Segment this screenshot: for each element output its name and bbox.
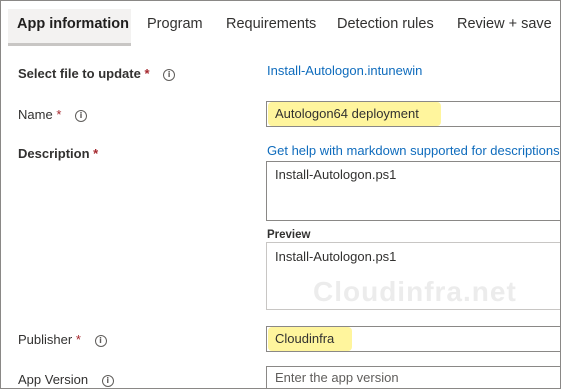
publisher-label: Publisher * i bbox=[18, 332, 107, 347]
info-icon[interactable]: i bbox=[163, 68, 176, 81]
app-version-label: App Version i bbox=[18, 372, 114, 387]
required-asterisk: * bbox=[56, 107, 62, 122]
markdown-help-link[interactable]: Get help with markdown supported for des… bbox=[267, 143, 560, 158]
app-version-placeholder: Enter the app version bbox=[275, 370, 399, 385]
app-version-input[interactable]: Enter the app version bbox=[266, 366, 560, 388]
name-input[interactable]: Autologon64 deployment bbox=[266, 101, 560, 127]
name-input-value: Autologon64 deployment bbox=[275, 106, 419, 121]
tab-requirements[interactable]: Requirements bbox=[226, 11, 316, 37]
info-icon[interactable]: i bbox=[94, 334, 107, 347]
publisher-input[interactable]: Cloudinfra bbox=[266, 326, 560, 352]
name-label: Name * i bbox=[18, 107, 87, 122]
app-version-label-text: App Version bbox=[18, 372, 89, 387]
name-label-text: Name bbox=[18, 107, 53, 122]
app-information-form: App information Program Requirements Det… bbox=[0, 0, 561, 389]
watermark: Cloudinfra.net bbox=[313, 276, 517, 307]
required-asterisk: * bbox=[93, 146, 99, 161]
required-asterisk: * bbox=[144, 66, 150, 81]
preview-label: Preview bbox=[267, 229, 311, 241]
publisher-label-text: Publisher bbox=[18, 332, 73, 347]
info-icon[interactable]: i bbox=[101, 374, 114, 387]
selected-file-link[interactable]: Install-Autologon.intunewin bbox=[267, 63, 422, 78]
description-textarea-value: Install-Autologon.ps1 bbox=[275, 167, 397, 182]
select-file-label: Select file to update * i bbox=[18, 66, 176, 81]
select-file-label-text: Select file to update bbox=[18, 66, 141, 81]
description-label-text: Description bbox=[18, 146, 90, 161]
description-preview-text: Install-Autologon.ps1 bbox=[275, 249, 397, 264]
required-asterisk: * bbox=[75, 332, 81, 347]
description-textarea[interactable]: Install-Autologon.ps1 bbox=[266, 161, 560, 221]
info-icon[interactable]: i bbox=[75, 109, 87, 122]
tab-detection-rules[interactable]: Detection rules bbox=[337, 11, 434, 37]
description-label: Description * bbox=[18, 146, 98, 161]
publisher-input-value: Cloudinfra bbox=[275, 331, 335, 346]
active-tab-underline bbox=[8, 43, 131, 46]
tab-review-save[interactable]: Review + save bbox=[457, 11, 552, 37]
tab-app-information[interactable]: App information bbox=[17, 11, 129, 37]
tab-program[interactable]: Program bbox=[147, 11, 203, 37]
